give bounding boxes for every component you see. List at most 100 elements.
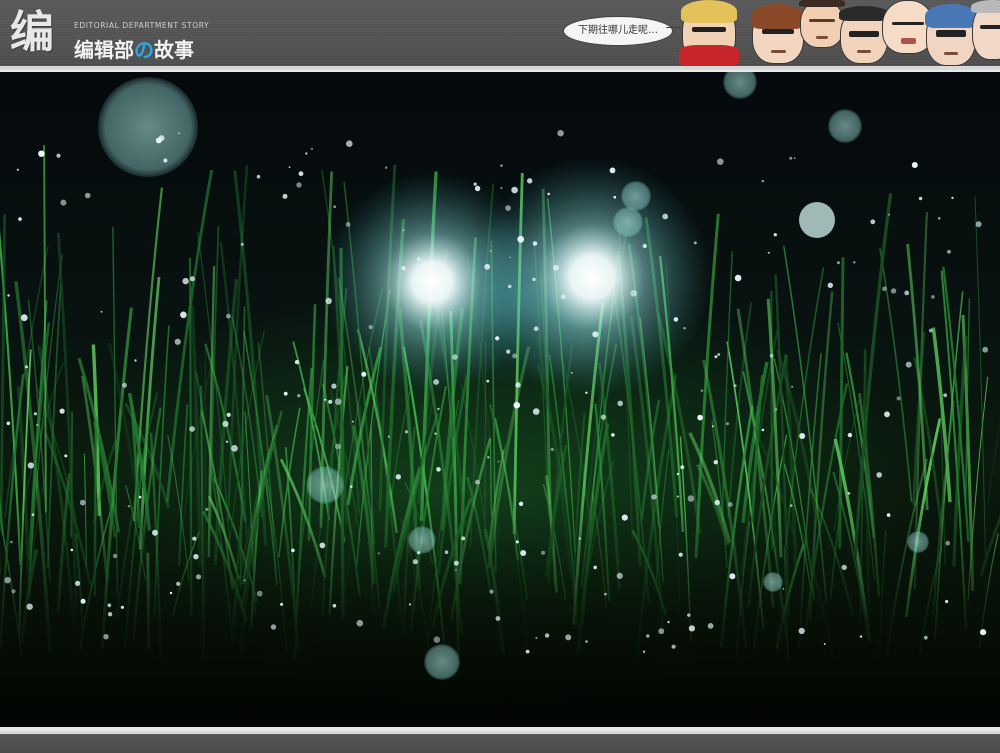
dewdrop [947, 249, 951, 254]
dewdrop [532, 277, 536, 282]
dewdrop [676, 495, 679, 498]
dewdrop [36, 423, 39, 427]
dewdrop [687, 495, 695, 502]
dewdrop [176, 581, 181, 586]
bokeh [799, 202, 835, 238]
dewdrop [152, 529, 158, 536]
dewdrop [570, 371, 573, 374]
dewdrop [847, 492, 851, 495]
dewdrop [827, 282, 833, 288]
bokeh [408, 526, 436, 554]
grass-blade [43, 145, 47, 513]
character-sunglasses-man-icon [839, 6, 889, 64]
dewdrop [729, 573, 736, 580]
dewdrop [517, 235, 525, 243]
bokeh [621, 181, 651, 211]
dewdrop [222, 420, 229, 427]
dewdrop [180, 311, 187, 319]
dewdrop [489, 589, 494, 594]
dewdrop [328, 399, 333, 404]
dewdrop [611, 433, 615, 437]
dewdrop [500, 187, 503, 190]
dewdrop [518, 501, 524, 506]
dewdrop [717, 158, 724, 165]
dewdrop [923, 635, 928, 640]
dewdrop [928, 328, 933, 333]
dewdrop [70, 548, 74, 552]
grass-blade [879, 247, 913, 503]
dewdrop [486, 379, 490, 383]
dewdrop [334, 398, 342, 406]
logo-glyph: 编 [10, 7, 54, 58]
dewdrop [490, 250, 492, 252]
dewdrop [324, 398, 327, 401]
dewdrop [714, 499, 720, 506]
dewdrop [79, 499, 86, 506]
dewdrop [408, 603, 412, 606]
dewdrop [107, 612, 113, 617]
dewdrop [7, 294, 10, 297]
dewdrop [592, 331, 599, 338]
dewdrop [604, 592, 607, 596]
dewdrop [59, 408, 65, 414]
dewdrop [886, 513, 891, 517]
dewdrop [951, 196, 954, 200]
bokeh [723, 72, 757, 99]
dewdrop [6, 421, 11, 426]
dewdrop [434, 432, 437, 435]
dewdrop [64, 454, 68, 458]
dewdrop [553, 264, 559, 271]
dewdrop [980, 629, 987, 636]
dewdrop [904, 290, 910, 296]
dewdrop [734, 274, 742, 282]
dewdrop [452, 354, 458, 360]
dewdrop [346, 140, 353, 147]
dewdrop [288, 166, 291, 169]
dewdrop [11, 589, 16, 594]
dewdrop [473, 182, 477, 186]
dewdrop [385, 166, 388, 169]
dewdrop [532, 241, 538, 246]
dewdrop [100, 310, 103, 313]
dewdrop [195, 574, 202, 580]
dewdrop [80, 598, 86, 604]
dewdrop [937, 217, 941, 220]
dewdrop [527, 178, 533, 184]
dewdrop [775, 408, 778, 411]
dewdrop [836, 261, 840, 265]
dewdrop [231, 445, 238, 452]
character-angry-man-icon [799, 0, 845, 48]
dewdrop [395, 474, 401, 480]
dewdrop [174, 338, 181, 345]
dewdrop [616, 572, 623, 579]
dewdrop [911, 162, 918, 168]
logo-subtitle: EDITORIAL DEPARTMENT STORY [74, 21, 210, 30]
bokeh [613, 207, 643, 237]
dewdrop [461, 536, 466, 541]
header-bar: 编 EDITORIAL DEPARTMENT STORY 编辑部の故事 下期往哪… [0, 0, 1000, 70]
dewdrop [506, 349, 511, 354]
dewdrop [791, 385, 794, 388]
dewdrop [158, 135, 165, 141]
dewdrop [27, 462, 34, 469]
dewdrop [25, 365, 28, 369]
dewdrop [870, 219, 876, 225]
dewdrop [560, 294, 566, 300]
dewdrop [687, 613, 691, 617]
dewdrop [84, 192, 91, 199]
dewdrop [497, 460, 500, 463]
dewdrop [75, 580, 81, 586]
dewdrop [761, 179, 764, 183]
dewdrop [662, 213, 669, 220]
character-lineup [679, 0, 1000, 66]
site-logo[interactable]: 编 EDITORIAL DEPARTMENT STORY 编辑部の故事 [10, 6, 210, 63]
dewdrop [513, 401, 521, 409]
dewdrop [20, 314, 28, 322]
logo-title-part1: 编辑部 [74, 38, 134, 62]
dewdrop [578, 537, 581, 540]
dewdrop [474, 479, 480, 485]
dewdrop [642, 650, 646, 653]
dewdrop [291, 548, 295, 553]
dewdrop [711, 425, 714, 428]
dewdrop [823, 643, 826, 645]
